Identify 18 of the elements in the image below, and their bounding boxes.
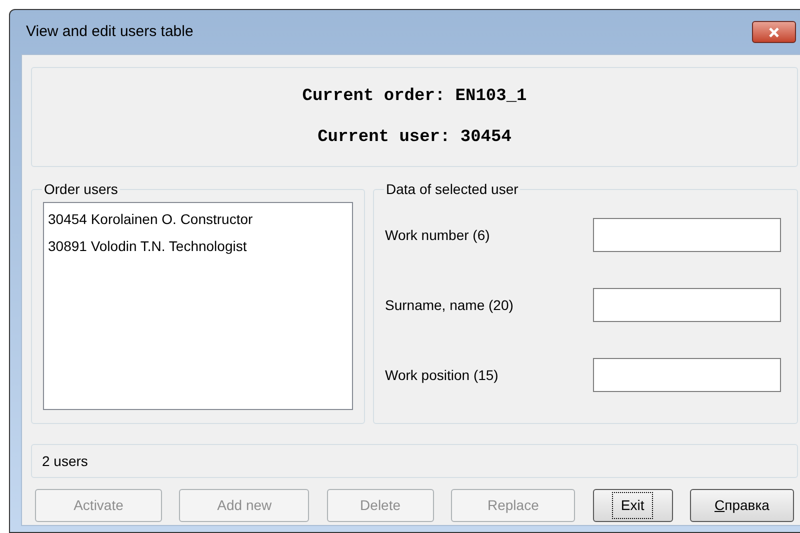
status-text: 2 users: [42, 452, 88, 470]
dialog-button[interactable]: Справка: [690, 489, 794, 522]
field-label: Work number (6): [385, 226, 490, 245]
field-label: Work position (15): [385, 366, 498, 385]
input-field[interactable]: [593, 358, 781, 392]
header-line: Current user: 30454: [318, 127, 512, 149]
window-title: View and edit users table: [26, 22, 194, 42]
list-item[interactable]: 30454 Korolainen O. Constructor: [47, 206, 352, 233]
dialog-button[interactable]: Exit: [592, 489, 673, 522]
list-item[interactable]: 30891 Volodin T.N. Technologist: [47, 233, 352, 260]
field-label: Surname, name (20): [385, 296, 514, 315]
close-icon: [768, 26, 780, 38]
group-title: Order users: [43, 180, 119, 199]
close-button[interactable]: [752, 21, 796, 43]
input-field[interactable]: [593, 218, 781, 252]
header-line: Current order: EN103_1: [302, 86, 527, 108]
input-field[interactable]: [593, 288, 781, 322]
group-title: Data of selected user: [385, 180, 520, 199]
